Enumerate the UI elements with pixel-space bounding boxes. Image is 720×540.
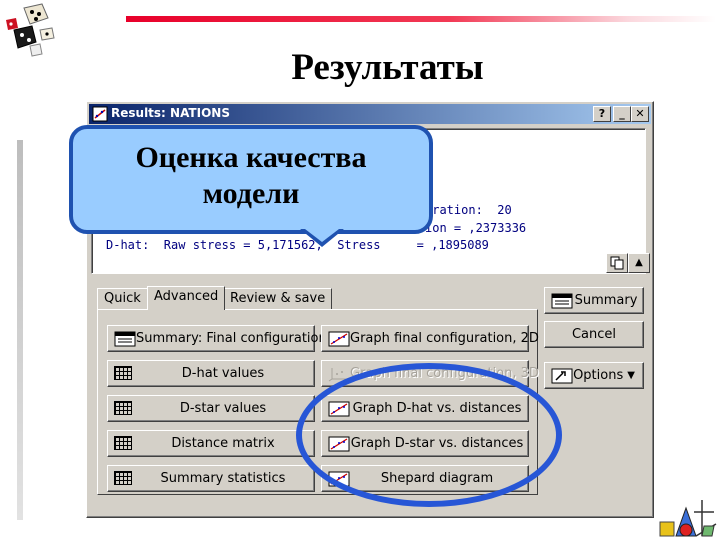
minimize-button[interactable]: _ <box>613 106 631 122</box>
cancel-button-label: Cancel <box>571 327 617 342</box>
summary-button-label: Summary <box>574 293 638 308</box>
chevron-down-icon: ▼ <box>627 370 635 381</box>
highlight-ellipse <box>296 363 562 507</box>
help-button[interactable]: ? <box>593 106 611 122</box>
tab-quick[interactable]: Quick <box>97 288 148 309</box>
grid-icon <box>114 365 132 380</box>
callout-line-2: модели <box>202 177 300 210</box>
arrow-up-icon: ▲ <box>635 257 643 268</box>
window-titlebar[interactable]: Results: NATIONS ? _ ✕ <box>89 104 651 124</box>
copy-icon <box>610 256 624 270</box>
output-line-iteration: eration: 20 <box>425 203 512 217</box>
tab-review-save[interactable]: Review & save <box>223 288 333 309</box>
slide-title: Результаты <box>291 47 484 88</box>
d-star-values-button[interactable]: D-star values <box>107 395 315 422</box>
window-title: Results: NATIONS <box>111 106 230 120</box>
collapse-output-button[interactable]: ▲ <box>628 253 650 273</box>
cancel-button[interactable]: Cancel <box>544 321 644 348</box>
summary-final-configuration-button[interactable]: Summary: Final configuration <box>107 325 327 352</box>
output-line-alienation: ion = ,2373336 <box>425 221 527 235</box>
summary-button[interactable]: Summary <box>544 287 644 314</box>
left-accent-bar <box>17 140 23 520</box>
graph-final-configuration-2d-button[interactable]: Graph final configuration, 2D <box>321 325 539 352</box>
grid-icon <box>114 400 132 415</box>
tab-advanced[interactable]: Advanced <box>147 286 226 310</box>
options-button[interactable]: Options ▼ <box>544 362 644 389</box>
graph-final-configuration-2d-label: Graph final configuration, 2D <box>350 331 539 346</box>
grid-icon <box>114 470 132 485</box>
callout-line-1: Оценка качества <box>135 141 367 174</box>
summary-icon <box>551 293 573 308</box>
summary-statistics-label: Summary statistics <box>160 471 286 486</box>
summary-statistics-button[interactable]: Summary statistics <box>107 465 315 492</box>
title-rule <box>126 16 716 22</box>
d-star-values-label: D-star values <box>179 401 267 416</box>
results-app-icon <box>92 106 108 122</box>
d-hat-values-button[interactable]: D-hat values <box>107 360 315 387</box>
options-button-label: Options <box>573 368 624 383</box>
summary-final-configuration-label: Summary: Final configuration <box>136 331 327 346</box>
scatter-graph-icon <box>328 331 350 346</box>
callout-text: Оценка качества модели <box>69 140 433 212</box>
distance-matrix-button[interactable]: Distance matrix <box>107 430 315 457</box>
output-line-dhat-stress: D-hat: Raw stress = 5,171562; Stress = ,… <box>106 238 489 252</box>
distance-matrix-label: Distance matrix <box>171 436 275 451</box>
options-icon <box>551 368 573 383</box>
d-hat-values-label: D-hat values <box>181 366 265 381</box>
grid-icon <box>114 435 132 450</box>
corner-geometry-art <box>659 500 717 537</box>
summary-icon <box>114 331 136 346</box>
copy-output-button[interactable] <box>606 253 628 273</box>
close-button[interactable]: ✕ <box>631 106 649 122</box>
